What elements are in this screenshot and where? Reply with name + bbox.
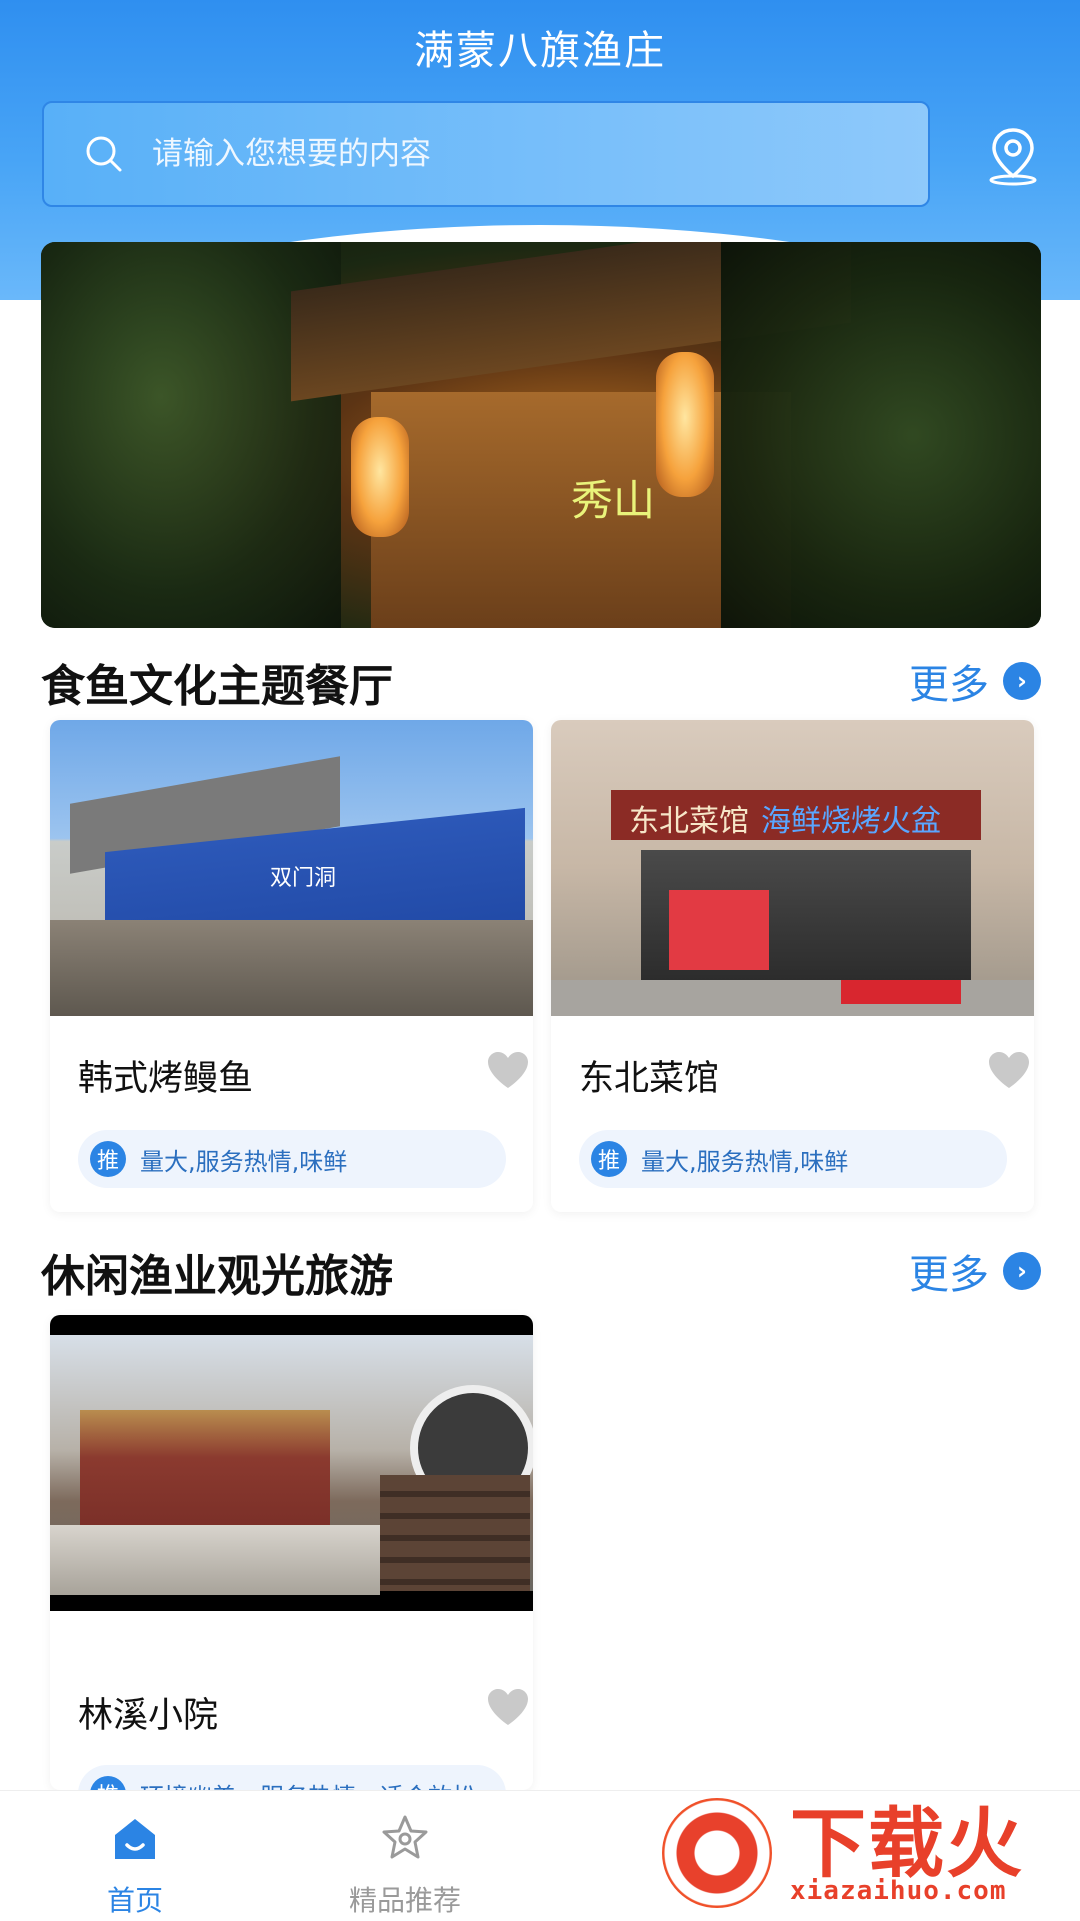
chevron-right-icon: ›: [1003, 1252, 1041, 1290]
location-pin-icon[interactable]: [985, 126, 1041, 186]
restaurant-card[interactable]: 双门洞 韩式烤鳗鱼 推 量大,服务热情,味鲜: [50, 720, 533, 1212]
watermark-url: xiazaihuo.com: [790, 1876, 1007, 1906]
card-title: 东北菜馆: [579, 1059, 720, 1099]
lantern-left: [351, 417, 409, 537]
tag-row: 推 量大,服务热情,味鲜: [579, 1130, 1007, 1188]
section-header-tourism: 休闲渔业观光旅游 更多 ›: [41, 1240, 1041, 1310]
more-link[interactable]: 更多 ›: [909, 1242, 1041, 1300]
search-bar[interactable]: [42, 101, 930, 207]
image-sign-secondary: 海鲜烧烤火盆: [761, 804, 941, 839]
more-label: 更多: [909, 1252, 989, 1298]
heart-icon[interactable]: [486, 1687, 530, 1727]
card-image: 双门洞: [50, 720, 533, 1016]
recommend-badge: 推: [591, 1141, 627, 1177]
download-icon: [662, 1798, 772, 1908]
home-icon: [109, 1813, 161, 1865]
heart-icon[interactable]: [486, 1050, 530, 1090]
recommend-badge: 推: [90, 1776, 126, 1790]
image-sign: 东北菜馆: [629, 804, 749, 839]
tag-row: 推 环境幽美，服务热情，适合放松: [78, 1765, 506, 1790]
watermark-logo: 下载火 xiazaihuo.com: [640, 1780, 1080, 1920]
section-title: 食鱼文化主题餐厅: [41, 661, 393, 712]
tab-home[interactable]: 首页: [0, 1791, 270, 1921]
tag-row: 推 量大,服务热情,味鲜: [78, 1130, 506, 1188]
star-icon: [379, 1813, 431, 1865]
more-label: 更多: [909, 662, 989, 708]
section-title: 休闲渔业观光旅游: [41, 1251, 393, 1302]
tag-text: 量大,服务热情,味鲜: [641, 1147, 849, 1176]
tourism-card[interactable]: 林溪小院 推 环境幽美，服务热情，适合放松: [50, 1315, 533, 1790]
banner-carousel[interactable]: 秀山: [41, 242, 1041, 628]
tab-featured[interactable]: 精品推荐: [270, 1791, 540, 1921]
card-title: 韩式烤鳗鱼: [78, 1059, 254, 1099]
card-image: 东北菜馆 海鲜烧烤火盆: [551, 720, 1034, 1016]
card-image: [50, 1315, 533, 1611]
search-input[interactable]: [150, 135, 914, 173]
tab-label: 精品推荐: [348, 1884, 461, 1917]
recommend-badge: 推: [90, 1141, 126, 1177]
chevron-right-icon: ›: [1003, 662, 1041, 700]
search-icon: [84, 134, 124, 174]
tab-label: 首页: [106, 1884, 163, 1917]
tag-text: 环境幽美，服务热情，适合放松: [140, 1777, 476, 1791]
banner-foliage-right: [721, 242, 1041, 628]
banner-sign: 秀山: [571, 476, 656, 525]
card-title: 林溪小院: [78, 1696, 219, 1736]
heart-icon[interactable]: [987, 1050, 1031, 1090]
tag-text: 量大,服务热情,味鲜: [140, 1147, 348, 1176]
image-sign: 双门洞: [270, 866, 337, 891]
more-link[interactable]: 更多 ›: [909, 652, 1041, 710]
restaurant-card[interactable]: 东北菜馆 海鲜烧烤火盆 东北菜馆 推 量大,服务热情,味鲜: [551, 720, 1034, 1212]
lantern-right: [656, 352, 714, 497]
page-title: 满蒙八旗渔庄: [414, 28, 666, 74]
section-header-restaurants: 食鱼文化主题餐厅 更多 ›: [41, 650, 1041, 720]
